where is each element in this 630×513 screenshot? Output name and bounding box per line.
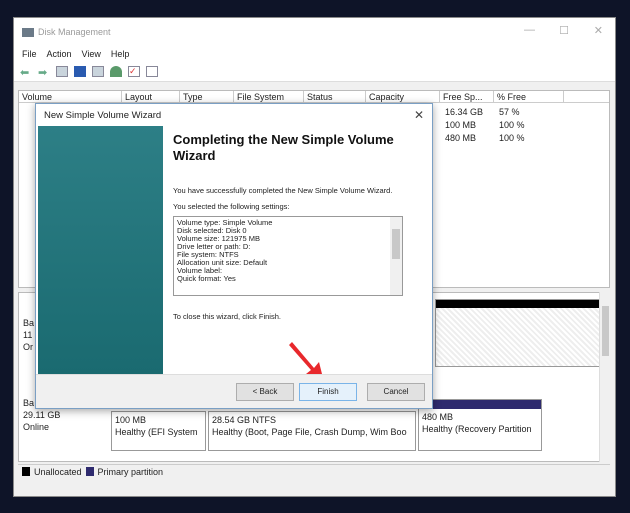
dialog-title: New Simple Volume Wizard <box>44 109 162 121</box>
dialog-button-bar: < Back Finish Cancel <box>36 374 432 408</box>
efi-partition[interactable]: 100 MB Healthy (EFI System <box>111 411 206 451</box>
free-space: 100 MB <box>445 120 477 130</box>
menu-file[interactable]: File <box>22 49 37 59</box>
percent-free: 100 % <box>499 120 525 130</box>
close-button[interactable]: ✕ <box>594 24 603 37</box>
toolbar: ⬅ ➡ ✓ <box>14 62 615 82</box>
boot-partition[interactable]: 28.54 GB NTFS Healthy (Boot, Page File, C… <box>208 411 416 451</box>
unallocated-partition[interactable] <box>435 299 601 367</box>
disk-status: Online <box>23 422 50 432</box>
disk-size: 11 <box>23 330 33 340</box>
back-button[interactable]: < Back <box>236 383 294 401</box>
table-row[interactable]: 100 MB 100 % <box>445 120 525 130</box>
wizard-content: Completing the New Simple Volume Wizard … <box>173 132 423 322</box>
new-simple-volume-wizard: New Simple Volume Wizard ✕ Completing th… <box>35 103 433 409</box>
back-arrow-icon[interactable]: ⬅ <box>20 66 32 79</box>
partition-status: Healthy (Boot, Page File, Crash Dump, Wi… <box>212 427 407 437</box>
dialog-close-button[interactable]: ✕ <box>414 108 424 122</box>
disk-label: Ba <box>23 318 35 328</box>
menu-view[interactable]: View <box>82 49 101 59</box>
connect-icon[interactable] <box>110 66 122 77</box>
minimize-button[interactable]: — <box>524 24 535 36</box>
wizard-banner <box>38 126 163 376</box>
partition-size: 28.54 GB NTFS <box>212 415 277 425</box>
col-percent-free[interactable]: % Free <box>494 91 564 102</box>
window-title: Disk Management <box>38 27 111 37</box>
partition-size: 100 MB <box>115 415 147 425</box>
finish-button[interactable]: Finish <box>299 383 357 401</box>
menu-action[interactable]: Action <box>47 49 72 59</box>
primary-swatch <box>85 467 94 476</box>
title-bar: Disk Management — ☐ ✕ <box>14 18 615 46</box>
column-headers: Volume Layout Type File System Status Ca… <box>19 91 609 103</box>
properties-icon[interactable] <box>56 66 68 77</box>
menu-help[interactable]: Help <box>111 49 130 59</box>
recovery-partition[interactable]: 480 MB Healthy (Recovery Partition <box>418 399 542 451</box>
setting-line: Quick format: Yes <box>177 274 236 283</box>
free-space: 16.34 GB <box>445 107 484 117</box>
forward-arrow-icon[interactable]: ➡ <box>38 66 50 79</box>
disk-management-icon <box>22 27 34 37</box>
legend-unallocated: Unallocated <box>34 466 82 477</box>
disk-1-info: Ba 11 Or <box>23 317 34 353</box>
legend-primary: Primary partition <box>97 466 164 477</box>
maximize-button[interactable]: ☐ <box>559 24 569 37</box>
settings-summary[interactable]: Volume type: Simple Volume Disk selected… <box>173 216 403 296</box>
wizard-heading: Completing the New Simple Volume Wizard <box>173 132 394 163</box>
percent-free: 100 % <box>499 133 525 143</box>
table-row[interactable]: 480 MB 100 % <box>445 133 525 143</box>
table-row[interactable]: 16.34 GB 57 % <box>445 107 520 117</box>
close-hint: To close this wizard, click Finish. <box>173 312 281 321</box>
success-text: You have successfully completed the New … <box>173 186 393 195</box>
col-volume[interactable]: Volume <box>19 91 122 102</box>
col-capacity[interactable]: Capacity <box>366 91 440 102</box>
partition-status: Healthy (Recovery Partition <box>422 424 532 434</box>
help-icon[interactable] <box>74 66 86 77</box>
view-icon[interactable] <box>92 66 104 77</box>
col-layout[interactable]: Layout <box>122 91 180 102</box>
col-filesystem[interactable]: File System <box>234 91 304 102</box>
percent-free: 57 % <box>499 107 520 117</box>
check-icon[interactable]: ✓ <box>128 66 140 77</box>
col-free-space[interactable]: Free Sp... <box>440 91 494 102</box>
free-space: 480 MB <box>445 133 477 143</box>
cancel-button[interactable]: Cancel <box>367 383 425 401</box>
selected-settings-label: You selected the following settings: <box>173 202 290 211</box>
col-status[interactable]: Status <box>304 91 366 102</box>
unallocated-swatch <box>22 467 30 476</box>
disk-size: 29.11 GB <box>23 410 61 420</box>
disk-status: Or <box>23 342 33 352</box>
col-type[interactable]: Type <box>180 91 234 102</box>
disk-map-scrollbar[interactable] <box>599 292 611 462</box>
legend: Unallocated Primary partition <box>18 464 610 478</box>
partition-status: Healthy (EFI System <box>115 427 198 437</box>
menu-bar: File Action View Help <box>14 46 615 62</box>
partition-size: 480 MB <box>422 412 454 422</box>
settings-scrollbar[interactable] <box>390 217 402 295</box>
settings-icon[interactable] <box>146 66 158 77</box>
